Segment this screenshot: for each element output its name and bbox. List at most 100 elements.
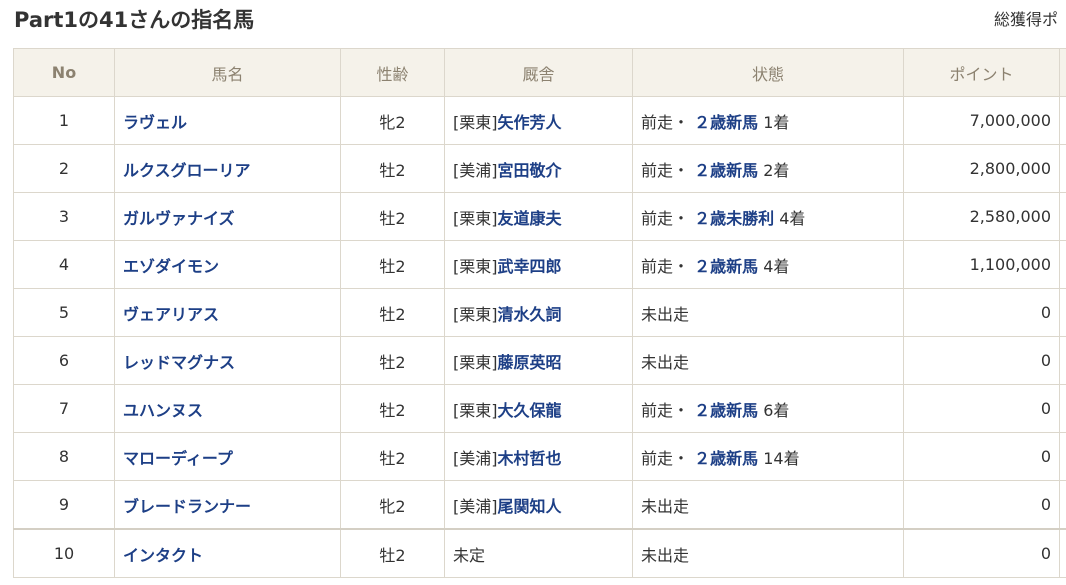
stable-region: [栗東] bbox=[453, 304, 498, 324]
horse-name-link[interactable]: エゾダイモン bbox=[123, 257, 219, 276]
finish-position: 4着 bbox=[763, 256, 790, 276]
row-number: 2 bbox=[58, 159, 70, 178]
cell-points: 0 bbox=[903, 480, 1060, 530]
row-number: 5 bbox=[58, 303, 70, 322]
trainer-link[interactable]: 矢作芳人 bbox=[498, 113, 562, 132]
cell-no: 3 bbox=[13, 192, 115, 241]
trainer-link[interactable]: 清水久詞 bbox=[498, 305, 562, 324]
table-body: 1 ラヴェル 牝2 [栗東]矢作芳人 前走・ ２歳新馬 1着 7,000,000 2 ルクスグ… bbox=[13, 96, 1066, 578]
cell-status: 前走・ ２歳新馬 4着 bbox=[632, 240, 904, 289]
cell-total-points bbox=[1059, 384, 1066, 433]
trainer-link[interactable]: 友道康夫 bbox=[498, 209, 562, 228]
horse-name-link[interactable]: ブレードランナー bbox=[123, 497, 251, 516]
column-header-no[interactable]: No bbox=[13, 48, 115, 97]
sex-age: 牝2 bbox=[379, 112, 406, 132]
stable-region: [栗東] bbox=[453, 352, 498, 372]
horse-name-link[interactable]: インタクト bbox=[123, 546, 203, 565]
trainer-link[interactable]: 武幸四郎 bbox=[498, 257, 562, 276]
cell-stable: [栗東]矢作芳人 bbox=[444, 96, 633, 145]
stable-region: [栗東] bbox=[453, 256, 498, 276]
cell-no: 5 bbox=[13, 288, 115, 337]
column-header-sex-age[interactable]: 性齢 bbox=[340, 48, 445, 97]
trainer-link[interactable]: 尾関知人 bbox=[498, 497, 562, 516]
table-row: 7 ユハンヌス 牡2 [栗東]大久保龍 前走・ ２歳新馬 6着 0 bbox=[13, 384, 1066, 433]
horse-name-link[interactable]: レッドマグナス bbox=[123, 353, 235, 372]
cell-sex-age: 牝2 bbox=[340, 96, 445, 145]
cell-no: 8 bbox=[13, 432, 115, 481]
status-text: 前走・ bbox=[641, 256, 690, 276]
last-race-link[interactable]: ２歳新馬 bbox=[694, 161, 758, 180]
cell-points: 2,580,000 bbox=[903, 192, 1060, 241]
points-value: 0 bbox=[1040, 303, 1051, 322]
table-row: 9 ブレードランナー 牝2 [美浦]尾関知人 未出走 0 bbox=[13, 480, 1066, 530]
cell-no: 2 bbox=[13, 144, 115, 193]
cell-sex-age: 牡2 bbox=[340, 192, 445, 241]
cell-horse-name: レッドマグナス bbox=[114, 336, 341, 385]
row-number: 1 bbox=[58, 111, 70, 130]
last-race-link[interactable]: ２歳新馬 bbox=[694, 449, 758, 468]
horse-name-link[interactable]: マローディープ bbox=[123, 449, 233, 468]
column-header-horse-name[interactable]: 馬名 bbox=[114, 48, 341, 97]
sex-age: 牡2 bbox=[379, 545, 406, 565]
cell-horse-name: エゾダイモン bbox=[114, 240, 341, 289]
cell-points: 0 bbox=[903, 288, 1060, 337]
cell-horse-name: ルクスグローリア bbox=[114, 144, 341, 193]
cell-points: 7,000,000 bbox=[903, 96, 1060, 145]
cell-horse-name: ブレードランナー bbox=[114, 480, 341, 530]
sex-age: 牡2 bbox=[379, 304, 406, 324]
cell-points: 0 bbox=[903, 336, 1060, 385]
horse-name-link[interactable]: ガルヴァナイズ bbox=[123, 209, 235, 228]
column-header-stable[interactable]: 厩舎 bbox=[444, 48, 633, 97]
table-header-row: No 馬名 性齢 厩舎 状態 ポイント bbox=[13, 48, 1066, 97]
cell-sex-age: 牡2 bbox=[340, 144, 445, 193]
stable-region: [栗東] bbox=[453, 112, 498, 132]
column-header-status[interactable]: 状態 bbox=[632, 48, 904, 97]
cell-total-points bbox=[1059, 96, 1066, 145]
status-text: 前走・ bbox=[641, 448, 690, 468]
cell-total-points bbox=[1059, 336, 1066, 385]
last-race-link[interactable]: ２歳新馬 bbox=[694, 113, 758, 132]
horse-name-link[interactable]: ユハンヌス bbox=[123, 401, 203, 420]
stable-region: [栗東] bbox=[453, 400, 498, 420]
stable-region: [美浦] bbox=[453, 160, 498, 180]
cell-no: 9 bbox=[13, 480, 115, 530]
cell-points: 2,800,000 bbox=[903, 144, 1060, 193]
cell-stable: [栗東]武幸四郎 bbox=[444, 240, 633, 289]
cell-no: 6 bbox=[13, 336, 115, 385]
status-text: 前走・ bbox=[641, 400, 690, 420]
column-header-points[interactable]: ポイント bbox=[903, 48, 1060, 97]
table-row: 4 エゾダイモン 牡2 [栗東]武幸四郎 前走・ ２歳新馬 4着 1,100,000 bbox=[13, 240, 1066, 289]
cell-stable: 未定 bbox=[444, 528, 633, 578]
last-race-link[interactable]: ２歳新馬 bbox=[694, 401, 758, 420]
cell-stable: [栗東]友道康夫 bbox=[444, 192, 633, 241]
trainer-link[interactable]: 宮田敬介 bbox=[498, 161, 562, 180]
sex-age: 牝2 bbox=[379, 496, 406, 516]
cell-stable: [栗東]大久保龍 bbox=[444, 384, 633, 433]
nominated-horses-table: No 馬名 性齢 厩舎 状態 ポイント 1 ラヴェル 牝2 [栗東]矢作芳人 前走・ ２… bbox=[13, 48, 1066, 578]
last-race-link[interactable]: ２歳未勝利 bbox=[694, 209, 774, 228]
table-row: 2 ルクスグローリア 牡2 [美浦]宮田敬介 前走・ ２歳新馬 2着 2,800,000 bbox=[13, 144, 1066, 193]
status-text: 前走・ bbox=[641, 208, 690, 228]
last-race-link[interactable]: ２歳新馬 bbox=[694, 257, 758, 276]
row-number: 6 bbox=[58, 351, 70, 370]
row-number: 10 bbox=[53, 544, 75, 563]
status-text: 未出走 bbox=[641, 545, 690, 565]
points-value: 0 bbox=[1040, 351, 1051, 370]
cell-points: 0 bbox=[903, 384, 1060, 433]
points-value: 2,800,000 bbox=[969, 159, 1051, 178]
trainer-link[interactable]: 木村哲也 bbox=[498, 449, 562, 468]
cell-status: 前走・ ２歳未勝利 4着 bbox=[632, 192, 904, 241]
finish-position: 2着 bbox=[763, 160, 790, 180]
stable-region: [栗東] bbox=[453, 208, 498, 228]
cell-status: 前走・ ２歳新馬 2着 bbox=[632, 144, 904, 193]
cell-sex-age: 牡2 bbox=[340, 432, 445, 481]
cell-stable: [美浦]尾関知人 bbox=[444, 480, 633, 530]
horse-name-link[interactable]: ラヴェル bbox=[123, 113, 187, 132]
stable-region: 未定 bbox=[453, 545, 486, 565]
trainer-link[interactable]: 藤原英昭 bbox=[498, 353, 562, 372]
trainer-link[interactable]: 大久保龍 bbox=[498, 401, 562, 420]
horse-name-link[interactable]: ヴェアリアス bbox=[123, 305, 219, 324]
points-value: 7,000,000 bbox=[969, 111, 1051, 130]
horse-name-link[interactable]: ルクスグローリア bbox=[123, 161, 251, 180]
cell-total-points bbox=[1059, 240, 1066, 289]
